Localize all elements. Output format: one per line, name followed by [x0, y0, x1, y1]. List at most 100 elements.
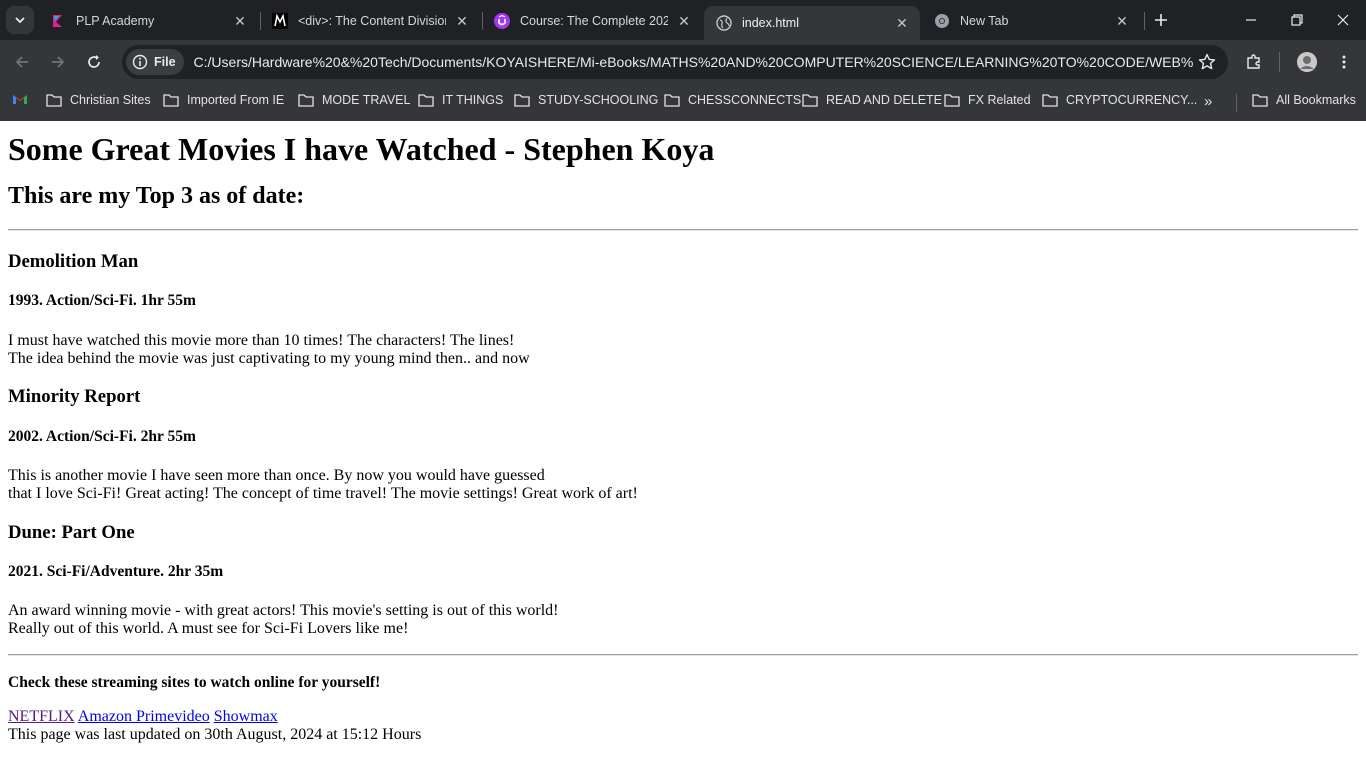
bookmark-label: Imported From IE	[187, 93, 285, 107]
address-bar[interactable]: File C:/Users/Hardware%20&%20Tech/Docume…	[122, 45, 1228, 79]
showmax-link[interactable]: Showmax	[214, 708, 278, 725]
all-bookmarks-folder[interactable]: All Bookmarks	[1252, 93, 1356, 107]
toolbar-divider	[1279, 52, 1280, 72]
movie-title: Dune: Part One	[8, 522, 135, 543]
url-text[interactable]: C:/Users/Hardware%20&%20Tech/Documents/K…	[194, 54, 1194, 70]
last-updated-text: This page was last updated on 30th Augus…	[8, 726, 422, 743]
bookmark-label: MODE TRAVEL	[322, 93, 411, 107]
tab-index-html[interactable]: index.html ✕	[704, 6, 920, 40]
folder-icon	[664, 94, 680, 107]
tab-title: PLP Academy	[76, 14, 155, 28]
movie-title: Minority Report	[8, 386, 141, 407]
description-line: I must have watched this movie more than…	[8, 332, 515, 349]
gmail-icon	[13, 95, 27, 104]
tab-content-division[interactable]: <div>: The Content Division ✕	[260, 6, 480, 36]
menu-button[interactable]	[1330, 48, 1358, 76]
bookmarks-bar: Christian Sites Imported From IE MODE TR…	[0, 84, 1366, 121]
movie-entry: Dune: Part One 2021. Sci-Fi/Adventure. 2…	[8, 522, 1358, 638]
chevron-down-icon	[15, 17, 25, 24]
close-icon[interactable]: ✕	[676, 13, 692, 29]
bookmark-label: FX Related	[968, 93, 1031, 107]
profile-button[interactable]	[1293, 48, 1321, 76]
reload-icon	[88, 55, 100, 68]
extensions-button[interactable]	[1240, 48, 1268, 76]
movie-meta: 1993. Action/Sci-Fi. 1hr 55m	[8, 292, 196, 309]
folder-icon	[1252, 94, 1268, 107]
forward-button[interactable]	[44, 48, 72, 76]
close-icon[interactable]: ✕	[454, 13, 470, 29]
folder-icon	[514, 94, 530, 107]
movie-title: Demolition Man	[8, 251, 139, 272]
bookmark-folder-chessconnects[interactable]: CHESSCONNECTS	[664, 93, 801, 107]
bookmarks-overflow-button[interactable]: »	[1204, 93, 1212, 110]
arrow-right-icon	[52, 56, 65, 68]
mdn-icon	[272, 13, 288, 29]
bookmark-folder-imported-from-ie[interactable]: Imported From IE	[163, 93, 284, 107]
description-line: that I love Sci-Fi! Great acting! The co…	[8, 485, 638, 502]
folder-icon	[298, 94, 314, 107]
folder-icon	[1042, 94, 1058, 107]
bookmark-folder-mode-travel[interactable]: MODE TRAVEL	[298, 93, 410, 107]
tab-title: <div>: The Content Division	[298, 14, 446, 28]
site-info-chip[interactable]: File	[126, 49, 184, 75]
folder-icon	[163, 94, 179, 107]
tab-divider	[1144, 12, 1145, 30]
tab-search-button[interactable]	[6, 6, 34, 34]
arrow-left-icon	[15, 56, 28, 68]
folder-icon	[46, 94, 62, 107]
bookmark-label: STUDY-SCHOOLING	[538, 93, 659, 107]
bookmarks-divider	[1236, 94, 1237, 112]
bookmark-folder-it-things[interactable]: IT THINGS	[418, 93, 503, 107]
bookmark-star-icon[interactable]	[1198, 53, 1216, 71]
tab-udemy-course[interactable]: Course: The Complete 2024 ✕	[482, 6, 702, 36]
movie-description: An award winning movie - with great acto…	[8, 602, 1358, 638]
info-icon	[132, 54, 148, 70]
description-line: Really out of this world. A must see for…	[8, 620, 409, 637]
close-icon[interactable]: ✕	[894, 15, 910, 31]
bookmark-folder-fx-related[interactable]: FX Related	[944, 93, 1031, 107]
plus-icon	[1155, 14, 1167, 26]
tab-title: Course: The Complete 2024	[520, 14, 668, 28]
description-line: The idea behind the movie was just capti…	[8, 350, 530, 367]
bookmark-folder-christian-sites[interactable]: Christian Sites	[46, 93, 151, 107]
movie-entry: Demolition Man 1993. Action/Sci-Fi. 1hr …	[8, 251, 1358, 368]
tab-strip: PLP Academy ✕ <div>: The Content Divisio…	[0, 0, 1366, 40]
close-icon[interactable]: ✕	[232, 13, 248, 29]
chevron-double-right-icon: »	[1204, 93, 1213, 110]
avatar	[1297, 52, 1317, 72]
amazon-primevideo-link[interactable]: Amazon Primevideo	[78, 708, 210, 725]
bookmark-folder-study-schooling[interactable]: STUDY-SCHOOLING	[514, 93, 658, 107]
toolbar: File C:/Users/Hardware%20&%20Tech/Docume…	[0, 40, 1366, 84]
back-button[interactable]	[8, 48, 36, 76]
tab-plp-academy[interactable]: PLP Academy ✕	[38, 6, 258, 36]
tab-title: New Tab	[960, 14, 1009, 28]
movie-entry: Minority Report 2002. Action/Sci-Fi. 2hr…	[8, 386, 1358, 503]
bookmark-label: IT THINGS	[442, 93, 504, 107]
bookmark-folder-read-and-delete[interactable]: READ AND DELETE	[802, 93, 942, 107]
bookmark-label: CHESSCONNECTS	[688, 93, 802, 107]
bookmark-folder-cryptocurrency[interactable]: CRYPTOCURRENCY...	[1042, 93, 1197, 107]
page-title: Some Great Movies I have Watched - Steph…	[8, 131, 715, 167]
plp-academy-icon	[50, 13, 66, 29]
browser-chrome: PLP Academy ✕ <div>: The Content Divisio…	[0, 0, 1366, 121]
bookmark-gmail[interactable]	[12, 93, 28, 105]
close-icon[interactable]: ✕	[1114, 13, 1130, 29]
restore-button[interactable]	[1285, 8, 1309, 32]
movie-meta: 2002. Action/Sci-Fi. 2hr 55m	[8, 428, 196, 445]
page-subtitle: This are my Top 3 as of date:	[8, 183, 305, 209]
netflix-link[interactable]: NETFLIX	[8, 708, 75, 725]
tab-title: index.html	[742, 16, 799, 30]
close-window-button[interactable]	[1331, 8, 1355, 32]
globe-icon	[716, 15, 732, 31]
bookmark-label: Christian Sites	[70, 93, 151, 107]
minimize-button[interactable]	[1239, 8, 1263, 32]
streaming-links: NETFLIX Amazon Primevideo Showmax	[8, 708, 1358, 726]
movie-meta: 2021. Sci-Fi/Adventure. 2hr 35m	[8, 563, 224, 580]
reload-button[interactable]	[80, 48, 108, 76]
puzzle-icon	[1247, 54, 1260, 69]
description-line: This is another movie I have seen more t…	[8, 467, 545, 484]
bookmark-label: CRYPTOCURRENCY...	[1066, 93, 1198, 107]
new-tab-button[interactable]	[1150, 9, 1172, 31]
close-icon	[1337, 14, 1349, 26]
tab-new-tab[interactable]: New Tab ✕	[922, 6, 1140, 36]
